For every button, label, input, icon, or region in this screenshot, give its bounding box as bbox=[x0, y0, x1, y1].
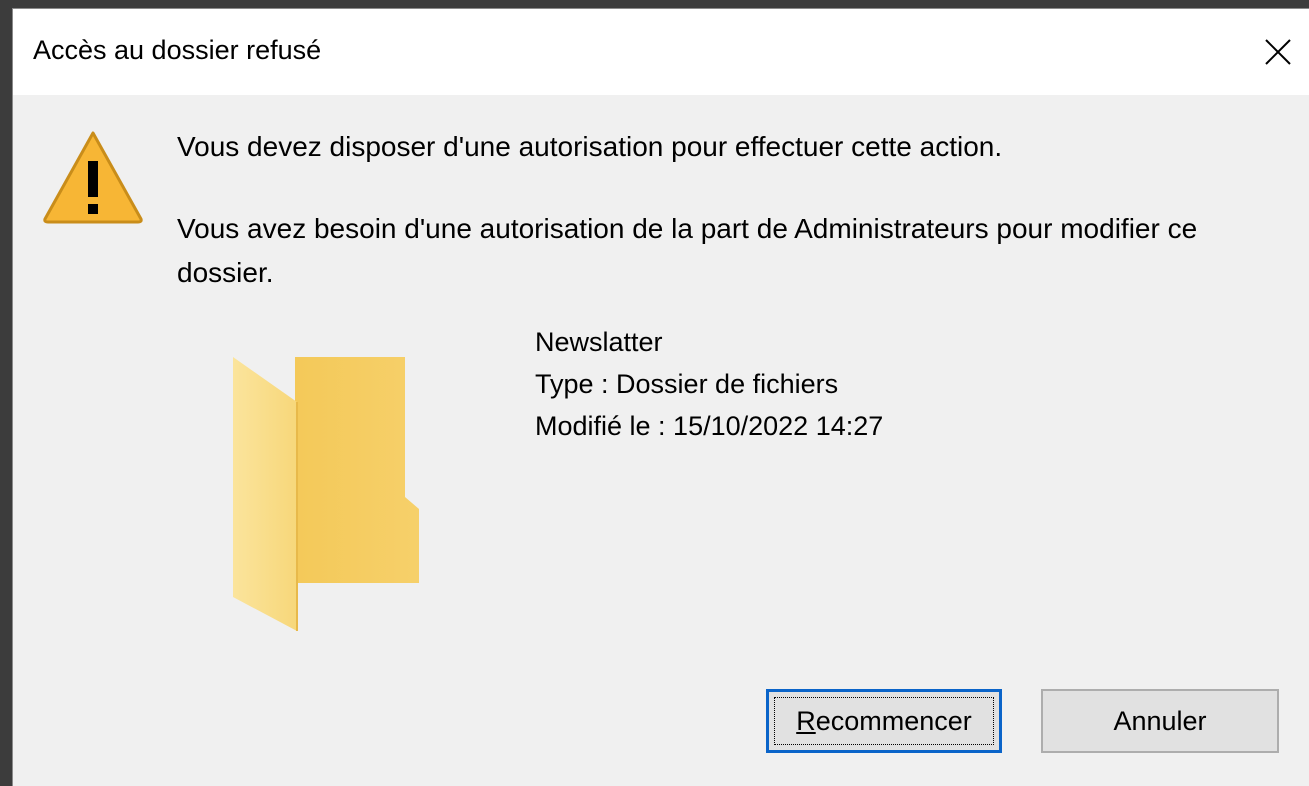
dialog-titlebar: Accès au dossier refusé bbox=[13, 9, 1309, 95]
item-name: Newslatter bbox=[535, 327, 663, 357]
close-icon bbox=[1265, 39, 1291, 65]
item-details: Newslatter Type : Dossier de fichiers Mo… bbox=[535, 321, 883, 447]
access-denied-dialog: Accès au dossier refusé Vous devez dispo… bbox=[12, 8, 1309, 786]
warning-icon bbox=[43, 131, 143, 224]
dialog-title: Accès au dossier refusé bbox=[33, 35, 322, 65]
close-button[interactable] bbox=[1247, 9, 1309, 95]
focus-rectangle bbox=[774, 697, 994, 745]
retry-button[interactable]: Recommencer bbox=[766, 689, 1002, 753]
item-type: Type : Dossier de fichiers bbox=[535, 369, 839, 399]
message-admin-required: Vous avez besoin d'une autorisation de l… bbox=[177, 213, 1198, 288]
cancel-button[interactable]: Annuler bbox=[1041, 689, 1279, 753]
folder-icon bbox=[233, 357, 419, 631]
item-modified: Modifié le : 15/10/2022 14:27 bbox=[535, 411, 884, 441]
cancel-button-label: Annuler bbox=[1113, 705, 1207, 736]
message-permission: Vous devez disposer d'une autorisation p… bbox=[177, 131, 1003, 162]
